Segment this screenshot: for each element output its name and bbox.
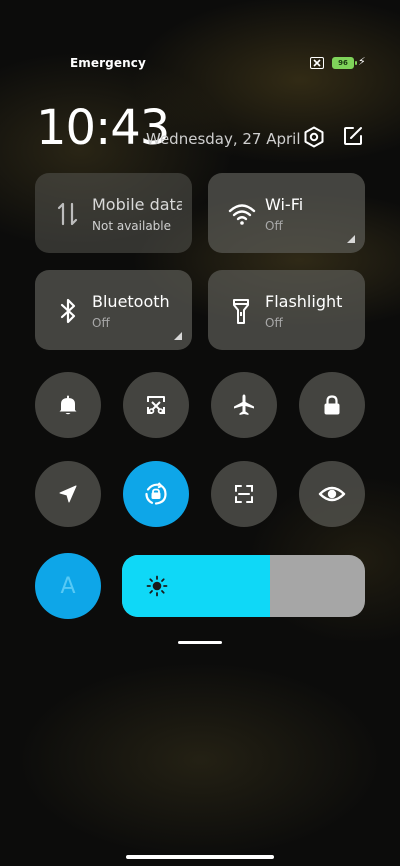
battery-level: 96 [338, 59, 348, 67]
flashlight-icon [228, 296, 254, 326]
lock-icon [324, 395, 340, 415]
wifi-icon [228, 199, 256, 229]
bell-icon [59, 395, 77, 415]
location-button[interactable] [35, 461, 101, 527]
tile-status: Not available [92, 219, 172, 233]
carrier-label: Emergency [70, 56, 146, 70]
bell-button[interactable] [35, 372, 101, 438]
edit-icon[interactable] [342, 125, 364, 147]
lock-button[interactable] [299, 372, 365, 438]
tile-wifi[interactable]: Wi-Fi Off [208, 173, 365, 253]
charging-icon: ⚡ [358, 55, 366, 68]
clock-date: Wednesday, 27 April [146, 130, 301, 148]
tile-status: Off [92, 316, 110, 330]
eye-icon [318, 486, 346, 502]
screenshot-button[interactable] [123, 372, 189, 438]
tile-mobile-data[interactable]: Mobile data Not available [35, 173, 192, 253]
tile-status: Off [265, 219, 283, 233]
no-sim-icon [310, 57, 324, 69]
battery-icon: 96 [332, 57, 357, 69]
auto-rotate-button[interactable] [123, 461, 189, 527]
tile-status: Off [265, 316, 283, 330]
sun-icon [146, 575, 168, 601]
expand-corner-icon[interactable] [174, 332, 182, 340]
location-icon [59, 485, 77, 503]
tile-label: Bluetooth [92, 292, 170, 311]
tile-label: Flashlight [265, 292, 343, 311]
brightness-slider[interactable] [122, 555, 365, 617]
bluetooth-icon [55, 296, 81, 326]
tile-label: Mobile data [92, 195, 182, 214]
screenshot-icon [147, 396, 165, 414]
mobile-data-icon [55, 199, 81, 229]
tile-flashlight[interactable]: Flashlight Off [208, 270, 365, 350]
eye-button[interactable] [299, 461, 365, 527]
brightness-fill [122, 555, 271, 617]
gear-icon[interactable] [302, 125, 326, 149]
auto-rotate-icon [145, 482, 167, 505]
auto-brightness-button[interactable]: A [35, 553, 101, 619]
expand-corner-icon[interactable] [347, 235, 355, 243]
airplane-icon [234, 394, 254, 415]
scanner-icon [235, 485, 253, 503]
tile-bluetooth[interactable]: Bluetooth Off [35, 270, 192, 350]
airplane-button[interactable] [211, 372, 277, 438]
auto-brightness-label: A [60, 573, 76, 599]
scanner-button[interactable] [211, 461, 277, 527]
tile-label: Wi-Fi [265, 195, 304, 214]
home-indicator[interactable] [126, 855, 274, 859]
panel-drag-handle[interactable] [178, 641, 222, 644]
